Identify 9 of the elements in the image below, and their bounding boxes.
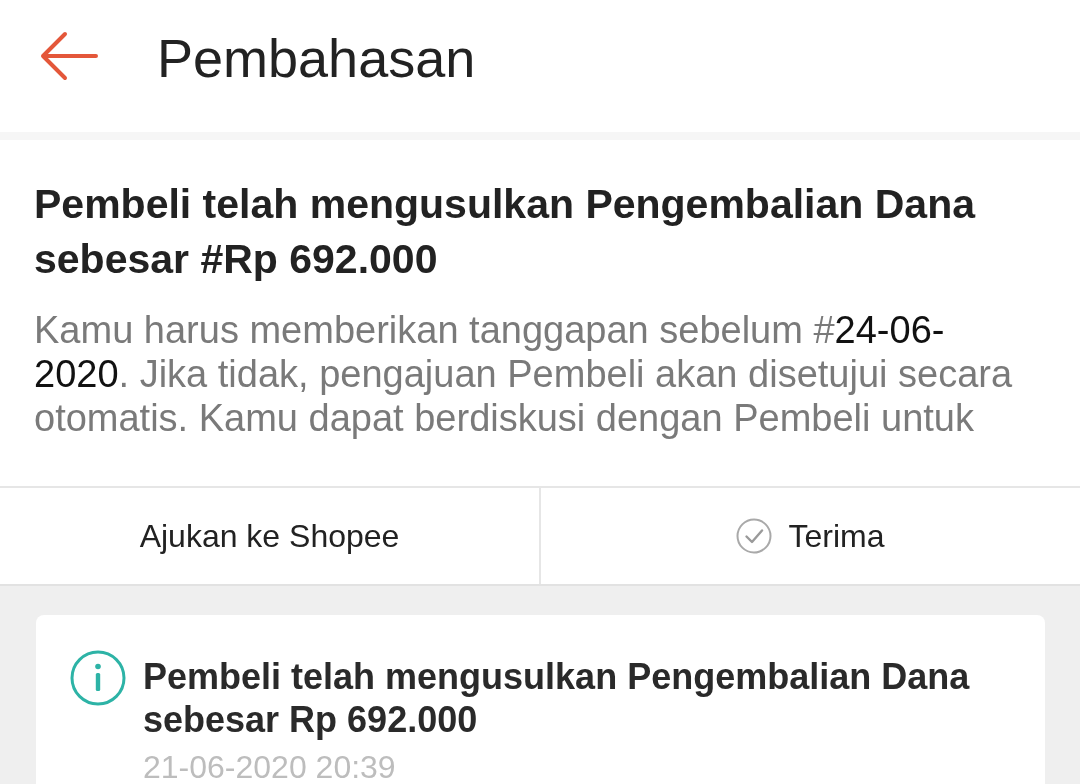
proposal-description: Kamu harus memberikan tanggapan sebelum #24-06-2020. Jika tidak, pengajuan Pembeli akan disetujui secara otomatis. Kamu dapat berdiskusi dengan Pembeli untuk (34, 308, 1014, 440)
info-icon (70, 650, 126, 706)
history-title: Pembeli telah mengusulkan Pengembalian Dana sebesar Rp 692.000 (143, 655, 971, 741)
timestamp: 21-06-2020 20:39 (143, 750, 397, 784)
back-arrow-icon (40, 31, 98, 81)
back-button[interactable] (40, 31, 98, 81)
check-circle-icon (736, 518, 773, 554)
proposal-title: Pembeli telah mengusulkan Pengembalian Dana sebesar #Rp 692.000 (34, 180, 977, 284)
page-title: Pembahasan (157, 27, 476, 89)
